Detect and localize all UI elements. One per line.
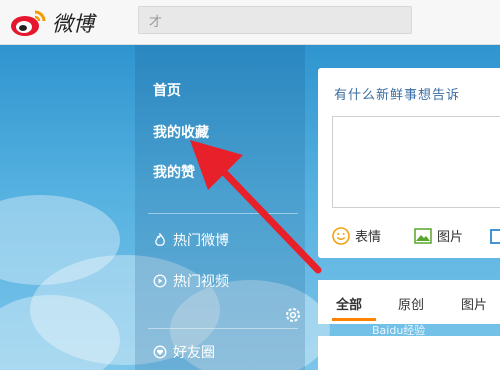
nav-friends-circle[interactable]: 好友圈 [153,342,215,362]
video-icon[interactable] [490,229,500,245]
smiley-icon [332,226,350,245]
image-button[interactable]: 图片 [414,226,463,245]
video-play-icon [153,274,167,288]
nav-hot-weibo[interactable]: 热门微博 [153,230,229,250]
heart-circle-icon [153,345,167,359]
settings-gear-icon[interactable] [284,306,302,324]
active-tab-indicator [332,318,376,321]
nav-friends-circle-label: 好友圈 [173,345,215,361]
nav-hot-video-label: 热门视频 [173,274,229,290]
search-text: 才 [149,15,163,30]
feed-tabs: 全部 原创 图片 [318,280,500,324]
nav-divider [148,213,298,214]
publisher-card: 有什么新鲜事想告诉 表情 图片 [318,68,500,258]
publisher-prompt: 有什么新鲜事想告诉 [334,88,461,103]
top-header: 微博 才 [0,0,500,45]
brand-name[interactable]: 微博 [52,8,94,38]
search-input[interactable]: 才 [138,6,412,34]
watermark-url: jingyan.baidu.com [362,350,446,360]
emoji-button[interactable]: 表情 [332,226,381,245]
nav-favorites[interactable]: 我的收藏 [153,122,209,142]
tab-images[interactable]: 图片 [461,294,487,313]
tab-all[interactable]: 全部 [336,294,362,313]
nav-hot-video[interactable]: 热门视频 [153,271,229,291]
nav-home[interactable]: 首页 [153,80,181,100]
weibo-logo-icon[interactable] [8,6,48,38]
image-icon [414,227,432,244]
tab-original[interactable]: 原创 [398,294,424,313]
post-textarea[interactable] [332,116,500,208]
image-label: 图片 [437,230,464,245]
nav-likes[interactable]: 我的赞 [153,162,195,182]
emoji-label: 表情 [355,230,382,245]
watermark-text: Baidu经验 [372,324,426,337]
nav-divider [148,328,298,329]
nav-hot-weibo-label: 热门微博 [173,233,229,249]
flame-icon [155,233,165,246]
